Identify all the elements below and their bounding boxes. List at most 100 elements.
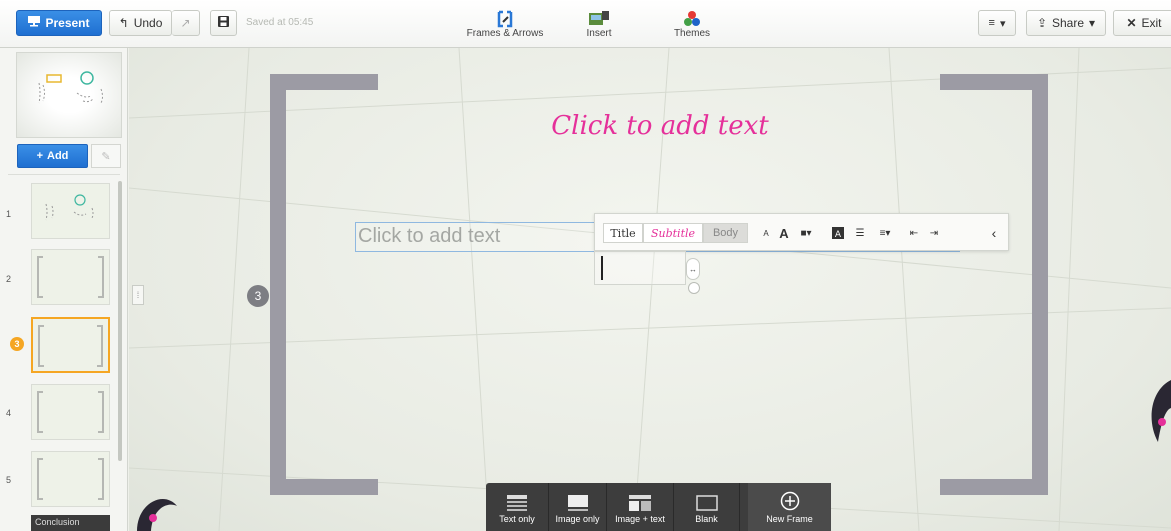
bracket-right-icon [97, 325, 103, 367]
slide-number: 2 [6, 274, 12, 284]
slide-thumbnail-3[interactable] [31, 317, 110, 373]
frame-number-badge[interactable]: 3 [247, 285, 269, 307]
chevron-left-icon[interactable]: ‹ [985, 223, 1003, 243]
share-label: Share [1052, 16, 1085, 30]
resize-handle[interactable]: ↔ [686, 258, 700, 280]
chevron-down-icon: ▾ [999, 17, 1006, 30]
themes-label: Themes [673, 28, 711, 39]
bracket-left-icon [38, 325, 44, 367]
image-text-label: Image + text [615, 514, 665, 524]
layout-image-only[interactable]: Image only [549, 483, 607, 531]
indent-decrease-icon[interactable]: ⇤ [905, 223, 923, 243]
svg-text:A: A [835, 230, 842, 239]
slide-thumbnail-1[interactable] [31, 183, 110, 239]
blank-label: Blank [695, 514, 718, 524]
add-frame-button[interactable]: + Add [17, 144, 88, 168]
layout-blank[interactable]: Blank [674, 483, 740, 531]
sidebar-collapse-handle[interactable]: ⁞ [132, 285, 144, 305]
new-frame-label: New Frame [766, 514, 813, 524]
slide-thumbnail-5[interactable] [31, 451, 110, 507]
add-label: Add [47, 150, 69, 162]
text-only-icon [486, 483, 548, 511]
frame-bracket-left[interactable] [270, 74, 378, 495]
image-text-icon [607, 483, 673, 511]
style-title-button[interactable]: Title [603, 223, 643, 243]
bracket-left-icon [37, 391, 43, 433]
body-placeholder: Click to add text [358, 225, 501, 247]
share-icon: ⇪ [1036, 16, 1047, 30]
slide-number: 5 [6, 475, 12, 485]
chevron-down-icon: ▾ [1089, 16, 1096, 30]
menu-button[interactable]: ≡ ▾ [978, 10, 1016, 36]
exit-button[interactable]: ✕ Exit [1113, 10, 1171, 36]
slide-thumbnail-4[interactable] [31, 384, 110, 440]
new-frame-button[interactable]: New Frame [748, 483, 831, 531]
bracket-right-icon [98, 256, 104, 298]
presentation-icon [28, 16, 41, 30]
bracket-left-icon [37, 458, 43, 500]
slide-sidebar: + Add ✎ 1 2 3 4 5 Conclusion [0, 48, 128, 531]
present-label: Present [45, 16, 90, 30]
themes-tool[interactable]: Themes [664, 6, 720, 39]
conclusion-slide-label[interactable]: Conclusion [31, 515, 110, 531]
plus-circle-icon [748, 483, 831, 511]
menu-icon: ≡ [988, 17, 995, 29]
save-button[interactable] [210, 10, 237, 36]
sidebar-divider [8, 174, 120, 175]
frames-arrows-tool[interactable]: Frames & Arrows [466, 6, 544, 39]
themes-palette-icon [664, 6, 720, 28]
redo-icon: ↗ [180, 16, 191, 30]
insert-tool[interactable]: Insert [571, 6, 627, 39]
blank-frame-icon [674, 483, 739, 511]
frames-arrows-icon [466, 6, 544, 28]
text-format-toolbar: Title Subtitle Body A A ■▾ A ☰ ≡▾ ⇤ ⇥ ‹ [594, 213, 1009, 251]
text-color-icon[interactable]: ■▾ [793, 223, 819, 243]
plus-icon: + [36, 150, 44, 162]
share-button[interactable]: ⇪ Share ▾ [1026, 10, 1106, 36]
highlight-icon[interactable]: A [829, 223, 847, 243]
rotate-handle[interactable] [688, 282, 700, 294]
insert-label: Insert [586, 28, 612, 39]
resize-arrows-icon: ↔ [689, 264, 697, 274]
redo-button[interactable]: ↗ [172, 10, 200, 36]
exit-label: Exit [1141, 16, 1162, 30]
undo-button[interactable]: ↰ Undo [109, 10, 172, 36]
bracket-right-icon [98, 458, 104, 500]
close-icon: ✕ [1126, 16, 1137, 30]
overview-thumbnail[interactable] [16, 52, 122, 138]
image-only-icon [549, 483, 606, 511]
decrease-font-icon[interactable]: A [757, 223, 775, 243]
slide-list-scrollbar[interactable] [118, 181, 122, 461]
grip-icon: ⁞ [136, 290, 140, 300]
active-text-editor[interactable] [594, 251, 686, 285]
frame-bracket-right[interactable] [940, 74, 1048, 495]
text-cursor [601, 256, 603, 280]
bracket-right-icon [98, 391, 104, 433]
style-subtitle-button[interactable]: Subtitle [643, 223, 703, 243]
indent-increase-icon[interactable]: ⇥ [925, 223, 943, 243]
text-only-label: Text only [499, 514, 535, 524]
top-toolbar: Present ↰ Undo ↗ Saved at 05:45 Frames &… [0, 0, 1171, 48]
bracket-left-icon [37, 256, 43, 298]
image-only-label: Image only [555, 514, 600, 524]
undo-icon: ↰ [118, 16, 129, 30]
bullet-list-icon[interactable]: ☰ [851, 223, 869, 243]
slide-thumbnail-2[interactable] [31, 249, 110, 305]
slide-number: 4 [6, 408, 12, 418]
increase-font-icon[interactable]: A [775, 223, 793, 243]
layout-text-only[interactable]: Text only [486, 483, 549, 531]
active-slide-marker: 3 [10, 337, 24, 351]
frames-arrows-label: Frames & Arrows [466, 28, 544, 39]
insert-image-icon [571, 6, 627, 28]
present-button[interactable]: Present [16, 10, 102, 36]
pencil-icon: ✎ [101, 150, 111, 163]
decorative-shape-icon [1151, 380, 1171, 442]
title-textbox[interactable]: Click to add text [520, 111, 800, 141]
style-body-button[interactable]: Body [703, 223, 748, 243]
edit-path-button[interactable]: ✎ [91, 144, 121, 168]
layout-image-text[interactable]: Image + text [607, 483, 674, 531]
frame-layout-bar: Text only Image only Image + text Blank … [486, 483, 831, 531]
undo-label: Undo [133, 16, 163, 30]
align-icon[interactable]: ≡▾ [873, 223, 897, 243]
decorative-shape-icon [137, 499, 177, 531]
